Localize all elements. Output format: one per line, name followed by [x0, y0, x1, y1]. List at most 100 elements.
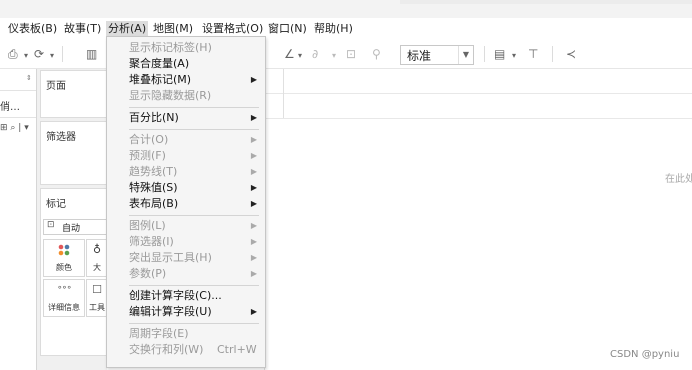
menu-analysis[interactable]: 分析(A): [106, 21, 149, 37]
show-labels-icon[interactable]: ▤: [494, 46, 505, 62]
menu-item-swap-rows-columns: 交换行和列(W) Ctrl+W: [107, 342, 265, 358]
menu-format[interactable]: 设置格式(O): [202, 21, 263, 37]
menu-item-label: 堆叠标记(M): [129, 73, 192, 86]
menu-window[interactable]: 窗口(N): [268, 21, 307, 37]
menu-item-label: 预测(F): [129, 149, 166, 162]
title-strip: [0, 0, 692, 18]
submenu-arrow-icon: ▶: [250, 269, 257, 278]
menu-item-show-mark-labels: 显示标记标签(H): [107, 40, 265, 56]
submenu-arrow-icon: ▶: [250, 113, 257, 122]
menu-item-show-hidden-data: 显示隐藏数据(R): [107, 88, 265, 104]
menu-item-label: 百分比(N): [129, 111, 179, 124]
field-item[interactable]: 俏…: [0, 98, 20, 113]
menu-item-create-calculated-field[interactable]: 创建计算字段(C)...: [107, 288, 265, 304]
color-button-label: 颜色: [56, 263, 72, 272]
menu-item-label: 交换行和列(W): [129, 343, 204, 356]
share-icon[interactable]: ≺: [566, 46, 576, 62]
detail-button[interactable]: ∘∘∘ 详细信息: [43, 279, 85, 317]
menu-item-label: 图例(L): [129, 219, 166, 232]
menu-item-label: 显示标记标签(H): [129, 41, 212, 54]
chevron-down-icon: ▼: [458, 46, 473, 64]
menu-item-label: 特殊值(S): [129, 181, 178, 194]
menu-item-label: 创建计算字段(C)...: [129, 289, 222, 302]
menu-item-label: 合计(O): [129, 133, 169, 146]
menu-item-label: 筛选器(I): [129, 235, 174, 248]
columns-shelf[interactable]: [264, 69, 692, 94]
marks-card-title: 标记: [46, 199, 66, 210]
color-button[interactable]: 颜色: [43, 239, 85, 277]
submenu-arrow-icon: ▶: [250, 167, 257, 176]
menu-help[interactable]: 帮助(H): [314, 21, 353, 37]
highlight-pen-icon[interactable]: ∠: [284, 46, 295, 62]
tooltip-button[interactable]: ☐ 工具: [86, 279, 108, 317]
tooltip-icon: ☐: [92, 283, 102, 296]
size-button[interactable]: ♁ 大: [86, 239, 108, 277]
menu-item-label: 突出显示工具(H): [129, 251, 212, 264]
toolbar-divider: [484, 46, 485, 62]
text-mark-icon: ⊡: [47, 220, 55, 230]
mark-type-select[interactable]: ⊡ 自动: [43, 219, 107, 235]
menu-separator: [129, 107, 259, 108]
menu-item-stack-marks[interactable]: 堆叠标记(M) ▶: [107, 72, 265, 88]
canvas-drop-hint: 在此处: [665, 174, 692, 185]
new-sheet-icon[interactable]: ▥: [86, 46, 97, 62]
rows-shelf[interactable]: [264, 94, 692, 119]
filters-card[interactable]: 筛选器: [40, 121, 108, 185]
filters-card-title: 筛选器: [46, 132, 76, 143]
color-icon: [58, 244, 70, 256]
menu-item-label: 趋势线(T): [129, 165, 178, 178]
menu-item-label: 周期字段(E): [129, 327, 189, 340]
save-icon[interactable]: ⎙: [8, 46, 18, 62]
search-icon[interactable]: ⊞ ⌕ | ▾: [0, 123, 29, 133]
pin-icon[interactable]: ⚲: [372, 46, 381, 62]
size-button-label: 大: [93, 263, 101, 272]
fit-select[interactable]: 标准 ▼: [400, 45, 474, 65]
dropdown-arrow-icon[interactable]: ▾: [512, 48, 516, 64]
submenu-arrow-icon: ▶: [250, 135, 257, 144]
menu-item-cycle-fields: 周期字段(E): [107, 326, 265, 342]
submenu-arrow-icon: ▶: [250, 253, 257, 262]
menu-item-aggregate-measures[interactable]: 聚合度量(A): [107, 56, 265, 72]
menu-item-special-values[interactable]: 特殊值(S) ▶: [107, 180, 265, 196]
menu-separator: [129, 285, 259, 286]
submenu-arrow-icon: ▶: [250, 75, 257, 84]
menu-bar: 仪表板(B) 故事(T) 分析(A) 地图(M) 设置格式(O) 窗口(N) 帮…: [0, 18, 692, 40]
size-icon: ♁: [92, 243, 102, 256]
menu-item-legends: 图例(L) ▶: [107, 218, 265, 234]
menu-map[interactable]: 地图(M): [153, 21, 193, 37]
dropdown-arrow-icon[interactable]: ▾: [24, 48, 28, 64]
menu-item-trend-lines: 趋势线(T) ▶: [107, 164, 265, 180]
toolbar-divider: [552, 46, 553, 62]
submenu-arrow-icon: ▶: [250, 183, 257, 192]
text-box-icon[interactable]: ⊡: [346, 46, 356, 62]
menu-item-totals: 合计(O) ▶: [107, 132, 265, 148]
dropdown-arrow-icon[interactable]: ▾: [332, 48, 336, 64]
watermark: CSDN @pyniu: [610, 349, 680, 360]
mark-type-value: 自动: [62, 224, 81, 234]
sort-icon[interactable]: ⇕: [26, 74, 32, 82]
submenu-arrow-icon: ▶: [250, 151, 257, 160]
detail-icon: ∘∘∘: [57, 283, 72, 293]
menu-dashboard[interactable]: 仪表板(B): [8, 21, 57, 37]
fit-select-value: 标准: [407, 49, 432, 63]
submenu-arrow-icon: ▶: [250, 199, 257, 208]
redo-icon[interactable]: ⟳: [34, 46, 44, 62]
pages-card[interactable]: 页面: [40, 70, 108, 118]
menu-item-percentage[interactable]: 百分比(N) ▶: [107, 110, 265, 126]
presentation-icon[interactable]: ⊤: [528, 46, 538, 62]
submenu-arrow-icon: ▶: [250, 221, 257, 230]
data-pane: [0, 69, 37, 370]
clip-icon[interactable]: ∂: [312, 46, 318, 62]
pane-divider: [0, 90, 36, 91]
detail-button-label: 详细信息: [48, 303, 80, 312]
menu-story[interactable]: 故事(T): [64, 21, 101, 37]
menu-item-edit-calculated-field[interactable]: 编辑计算字段(U) ▶: [107, 304, 265, 320]
menu-item-filters: 筛选器(I) ▶: [107, 234, 265, 250]
dropdown-arrow-icon[interactable]: ▾: [50, 48, 54, 64]
dropdown-arrow-icon[interactable]: ▾: [298, 48, 302, 64]
pages-card-title: 页面: [46, 81, 66, 92]
menu-item-table-layout[interactable]: 表布局(B) ▶: [107, 196, 265, 212]
pane-divider: [0, 117, 36, 118]
toolbar-divider: [62, 46, 63, 62]
menu-separator: [129, 215, 259, 216]
